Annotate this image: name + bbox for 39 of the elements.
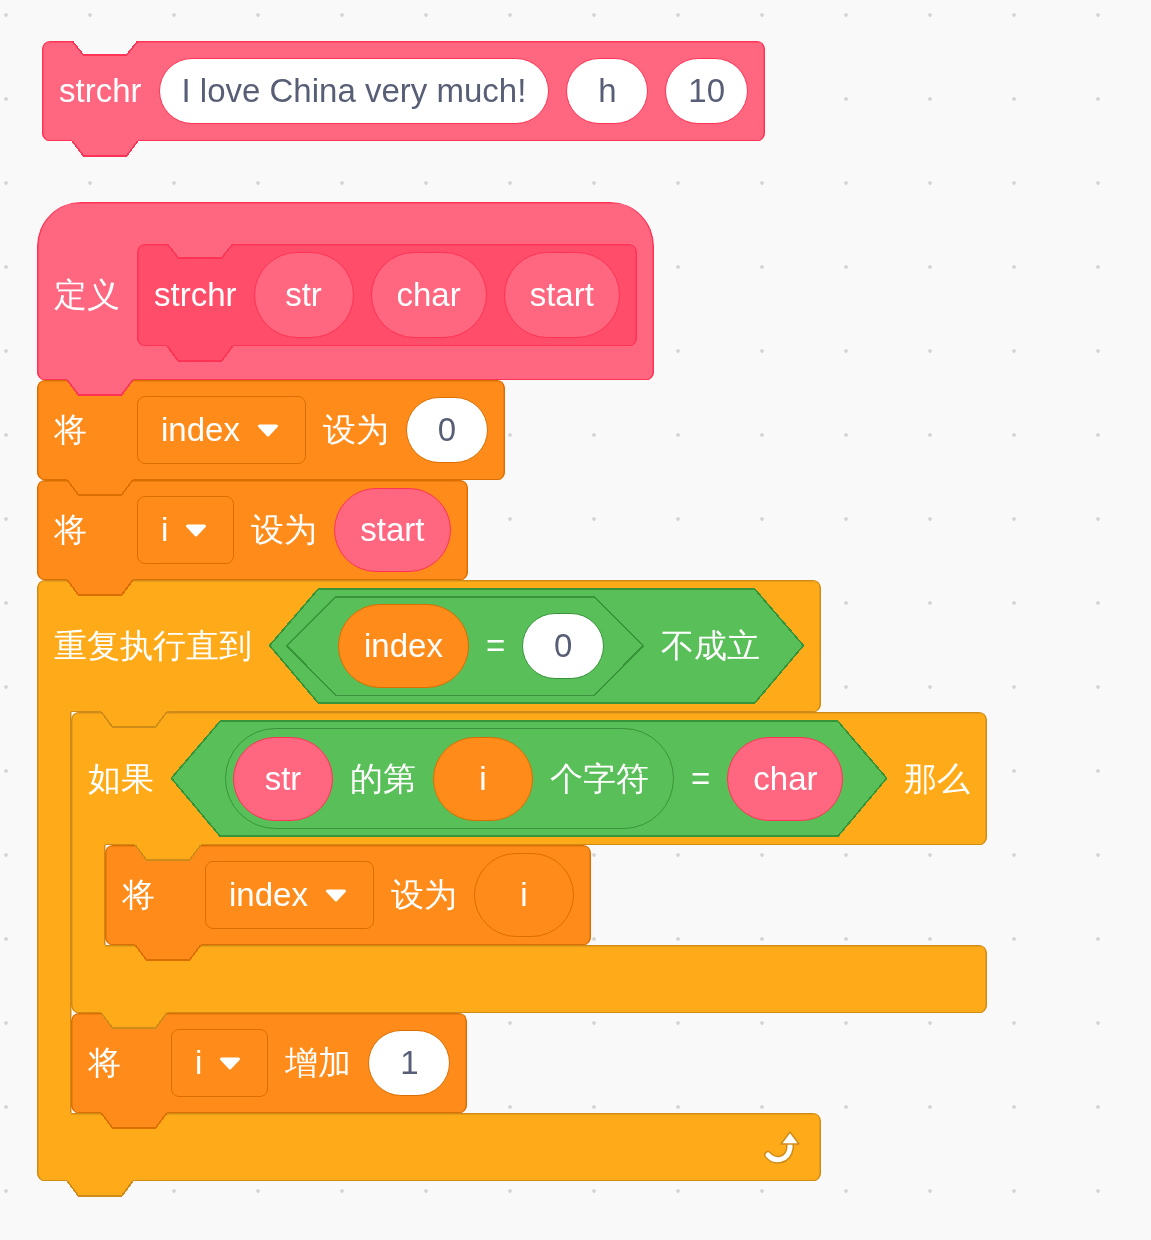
- variable-reporter: i: [473, 853, 574, 937]
- block-label: 那么: [904, 759, 971, 798]
- caret-icon: [256, 423, 279, 437]
- block-label: 将: [122, 876, 155, 914]
- value-input[interactable]: I love China very much!: [158, 58, 550, 124]
- loop-arrow-icon: [764, 1130, 802, 1164]
- block-label: 如果: [88, 759, 154, 798]
- caret-icon: [324, 888, 347, 902]
- block-label: 将: [54, 411, 87, 449]
- block-label: 设为: [390, 876, 457, 914]
- value-input[interactable]: 0: [522, 613, 605, 679]
- variable-reporter: index: [338, 604, 469, 688]
- block-label: =: [691, 759, 711, 798]
- value-input[interactable]: h: [566, 58, 649, 124]
- block-label: =: [485, 627, 506, 665]
- block-label: 个字符: [550, 759, 649, 798]
- block-label: 增加: [285, 1044, 352, 1082]
- block-label: 的第: [350, 759, 416, 798]
- block-label: 将: [54, 511, 87, 549]
- value-input[interactable]: 0: [405, 397, 488, 463]
- block-label: 将: [88, 1044, 121, 1082]
- parameter-reporter: str: [253, 252, 354, 338]
- value-input[interactable]: 1: [368, 1030, 451, 1096]
- block-label: 设为: [251, 511, 318, 549]
- block-label: 重复执行直到: [54, 627, 252, 665]
- block-label: 不成立: [661, 627, 761, 665]
- parameter-reporter: str: [233, 736, 333, 821]
- block-label: 设为: [322, 411, 389, 449]
- parameter-reporter: char: [727, 736, 844, 821]
- block-label: strchr: [59, 72, 142, 110]
- block-label: 定义: [54, 276, 120, 314]
- caret-icon: [185, 523, 208, 537]
- parameter-reporter: start: [503, 252, 620, 338]
- block-label: strchr: [154, 276, 237, 314]
- caret-icon: [219, 1056, 242, 1070]
- parameter-reporter: char: [370, 252, 487, 338]
- variable-reporter: i: [433, 736, 533, 821]
- parameter-reporter: start: [334, 488, 451, 572]
- value-input[interactable]: 10: [665, 58, 749, 124]
